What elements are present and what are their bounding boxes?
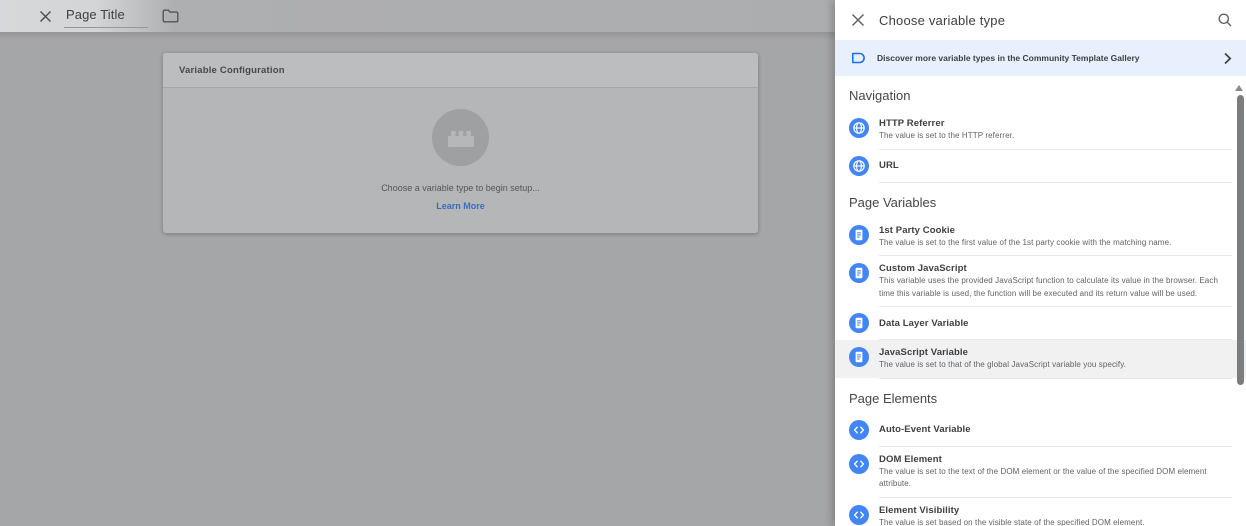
item-title: Element Visibility <box>879 504 1232 517</box>
panel-header: Choose variable type <box>835 0 1246 40</box>
page-title-text: Page Title <box>66 7 125 22</box>
scrollbar-up-arrow[interactable] <box>1235 85 1243 91</box>
variable-type-1st-party-cookie[interactable]: 1st Party Cookie The value is set to the… <box>835 218 1246 256</box>
search-icon[interactable] <box>1216 11 1234 29</box>
variable-brick-icon <box>432 109 489 166</box>
item-description: This variable uses the provided JavaScri… <box>879 275 1232 300</box>
item-description: The value is set based on the visible st… <box>879 517 1232 526</box>
globe-icon <box>849 156 869 176</box>
dimmed-editor-workspace: Page Title Variable Configuration Choose… <box>0 0 835 526</box>
community-gallery-banner[interactable]: Discover more variable types in the Comm… <box>835 40 1246 76</box>
item-description: The value is set to the first value of t… <box>879 237 1232 250</box>
item-title: Custom JavaScript <box>879 262 1232 275</box>
template-gallery-icon <box>849 49 867 67</box>
variable-type-http-referrer[interactable]: HTTP Referrer The value is set to the HT… <box>835 111 1246 149</box>
variable-type-custom-javascript[interactable]: Custom JavaScript This variable uses the… <box>835 256 1246 306</box>
document-icon <box>849 347 869 367</box>
item-title: HTTP Referrer <box>879 117 1232 130</box>
variable-type-auto-event-variable[interactable]: Auto-Event Variable <box>835 414 1246 446</box>
variable-type-element-visibility[interactable]: Element Visibility The value is set base… <box>835 498 1246 526</box>
code-icon <box>849 420 869 440</box>
document-icon <box>849 225 869 245</box>
document-icon <box>849 313 869 333</box>
item-description: The value is set to that of the global J… <box>879 359 1232 372</box>
card-header: Variable Configuration <box>163 53 758 88</box>
learn-more-link[interactable]: Learn More <box>436 201 485 211</box>
panel-title: Choose variable type <box>879 13 1216 28</box>
section-heading-navigation: Navigation <box>835 76 1246 111</box>
item-title: DOM Element <box>879 453 1232 466</box>
section-heading-page-variables: Page Variables <box>835 183 1246 218</box>
folder-icon[interactable] <box>162 9 179 23</box>
item-description: The value is set to the HTTP referrer. <box>879 130 1232 143</box>
card-title: Variable Configuration <box>179 65 285 76</box>
close-panel-icon[interactable] <box>849 11 867 29</box>
code-icon <box>849 454 869 474</box>
section-heading-page-elements: Page Elements <box>835 379 1246 414</box>
variable-configuration-card: Variable Configuration Choose a variable… <box>163 53 758 233</box>
setup-hint-text: Choose a variable type to begin setup... <box>381 183 540 193</box>
item-description: The value is set to the text of the DOM … <box>879 466 1232 491</box>
variable-type-javascript-variable[interactable]: JavaScript Variable The value is set to … <box>835 340 1246 378</box>
scrollbar-thumb[interactable] <box>1237 95 1244 385</box>
item-title: JavaScript Variable <box>879 346 1232 359</box>
variable-type-dom-element[interactable]: DOM Element The value is set to the text… <box>835 447 1246 497</box>
variable-type-url[interactable]: URL <box>835 150 1246 182</box>
globe-icon <box>849 118 869 138</box>
choose-variable-type-panel: Choose variable type Discover more varia… <box>835 0 1246 526</box>
item-title: Auto-Event Variable <box>879 423 1232 436</box>
banner-text: Discover more variable types in the Comm… <box>877 53 1223 63</box>
item-title: Data Layer Variable <box>879 317 1232 330</box>
item-title: URL <box>879 159 1232 172</box>
document-icon <box>849 263 869 283</box>
page-title-field[interactable]: Page Title <box>64 4 148 28</box>
variable-type-data-layer-variable[interactable]: Data Layer Variable <box>835 307 1246 339</box>
close-editor-icon[interactable] <box>37 8 53 24</box>
editor-header: Page Title <box>0 0 835 32</box>
code-icon <box>849 505 869 525</box>
chevron-right-icon <box>1223 52 1232 65</box>
variable-type-list: Navigation HTTP Referrer The value is se… <box>835 76 1246 526</box>
item-title: 1st Party Cookie <box>879 224 1232 237</box>
card-body: Choose a variable type to begin setup...… <box>163 88 758 233</box>
